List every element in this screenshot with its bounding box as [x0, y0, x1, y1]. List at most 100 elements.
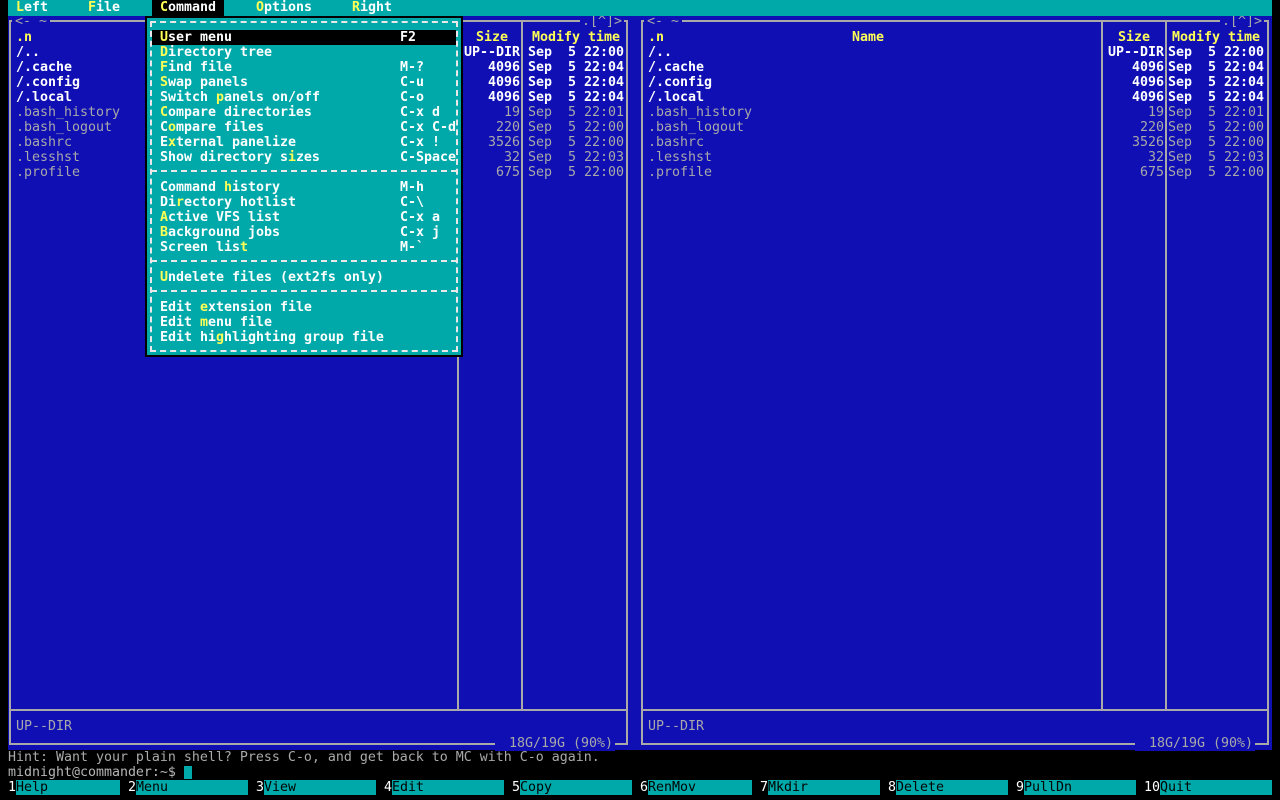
menu-item-external-panelize[interactable]: External panelize C-x !: [152, 135, 456, 150]
menu-item-command-history[interactable]: Command history M-h: [152, 180, 456, 195]
fkey-number: 8: [888, 780, 896, 795]
file-name: /.config: [16, 75, 80, 90]
menu-item-swap-panels[interactable]: Swap panels C-u: [152, 75, 456, 90]
menu-item-edit-extension-file[interactable]: Edit extension file: [152, 300, 456, 315]
fkey-delete[interactable]: 8 Delete: [888, 780, 1008, 795]
left-panel-column-header-size[interactable]: Size: [476, 30, 508, 45]
label-post: irectory tree: [168, 45, 272, 60]
file-row[interactable]: /.. UP--DIR Sep 5 22:00: [644, 45, 1266, 60]
file-row[interactable]: .bashrc 3526 Sep 5 22:00: [644, 135, 1266, 150]
menu-item-compare-files[interactable]: Compare files C-x C-d: [152, 120, 456, 135]
file-row[interactable]: .bash_history 19 Sep 5 22:01: [644, 105, 1266, 120]
fkey-menu[interactable]: 2 Menu: [128, 780, 248, 795]
menubar-item-options[interactable]: Options: [248, 0, 320, 16]
file-size: 220: [1140, 120, 1164, 135]
file-size: 19: [1148, 105, 1164, 120]
file-row[interactable]: /.local 4096 Sep 5 22:04: [644, 90, 1266, 105]
right-panel-column-header-mtime[interactable]: Modify time: [1172, 30, 1260, 45]
file-name: /.config: [648, 75, 712, 90]
menu-item-directory-hotlist[interactable]: Directory hotlist C-\: [152, 195, 456, 210]
file-mtime: Sep 5 22:01: [528, 105, 624, 120]
menu-item-label: Background jobs: [160, 225, 280, 240]
menu-item-shortcut: C-x !: [400, 135, 440, 150]
fkey-number: 7: [760, 780, 768, 795]
file-row[interactable]: .lesshst 32 Sep 5 22:03: [644, 150, 1266, 165]
menu-item-find-file[interactable]: Find file M-?: [152, 60, 456, 75]
file-mtime: Sep 5 22:04: [528, 60, 624, 75]
menu-item-shortcut: F2: [400, 30, 416, 45]
label-post: zes: [295, 150, 320, 165]
menu-item-compare-directories[interactable]: Compare directories C-x d: [152, 105, 456, 120]
file-mtime: Sep 5 22:03: [1168, 150, 1264, 165]
fkey-help[interactable]: 1 Help: [8, 780, 120, 795]
menu-item-shortcut: C-x j: [400, 225, 440, 240]
menu-item-directory-tree[interactable]: Directory tree: [152, 45, 456, 60]
menu-item-shortcut: C-\: [400, 195, 424, 210]
fkey-renmov[interactable]: 6 RenMov: [640, 780, 752, 795]
fkey-pulldn[interactable]: 9 PullDn: [1016, 780, 1136, 795]
right-panel-column-header-size[interactable]: Size: [1118, 30, 1150, 45]
fkey-number: 2: [128, 780, 136, 795]
menu-item-background-jobs[interactable]: Background jobs C-x j: [152, 225, 456, 240]
menu-item-switch-panels-on-off[interactable]: Switch panels on/off C-o: [152, 90, 456, 105]
fkey-label: RenMov: [648, 780, 752, 795]
label-pre: E: [160, 135, 168, 150]
file-name: /.cache: [648, 60, 704, 75]
left-panel-up-button[interactable]: .[^]>: [580, 14, 624, 29]
file-mtime: Sep 5 22:04: [1168, 90, 1264, 105]
file-name: .lesshst: [648, 150, 712, 165]
menubar-item-file[interactable]: File: [80, 0, 128, 16]
file-name: .profile: [16, 165, 80, 180]
left-panel-title[interactable]: <- ~: [12, 14, 50, 29]
menubar-item-right[interactable]: Right: [344, 0, 400, 16]
fkey-number: 10: [1144, 780, 1160, 795]
label-post: ommand: [168, 0, 216, 15]
right-panel-up-button[interactable]: .[^]>: [1220, 14, 1264, 29]
menu-item-edit-highlighting-group-file[interactable]: Edit highlighting group file: [152, 330, 456, 345]
file-name: .bashrc: [16, 135, 72, 150]
file-name: .lesshst: [16, 150, 80, 165]
label-hot: C: [160, 105, 168, 120]
file-mtime: Sep 5 22:00: [1168, 135, 1264, 150]
menu-item-user-menu[interactable]: User menu F2: [152, 30, 456, 45]
label-hot: L: [16, 0, 24, 15]
menubar-item-command[interactable]: Command: [152, 0, 224, 16]
left-panel-column-header-mtime[interactable]: Modify time: [532, 30, 620, 45]
file-row[interactable]: .bash_logout 220 Sep 5 22:00: [644, 120, 1266, 135]
menu-item-show-directory-sizes[interactable]: Show directory sizes C-Space: [152, 150, 456, 165]
right-panel-column-header-name[interactable]: Name: [852, 30, 884, 45]
fkey-view[interactable]: 3 View: [256, 780, 376, 795]
fkey-number: 6: [640, 780, 648, 795]
menu-item-label: Swap panels: [160, 75, 248, 90]
file-row[interactable]: /.cache 4096 Sep 5 22:04: [644, 60, 1266, 75]
fkey-quit[interactable]: 10 Quit: [1144, 780, 1272, 795]
menu-item-active-vfs-list[interactable]: Active VFS list C-x a: [152, 210, 456, 225]
file-size: 4096: [488, 60, 520, 75]
file-name: .bash_logout: [16, 120, 112, 135]
file-row[interactable]: .profile 675 Sep 5 22:00: [644, 165, 1266, 180]
shell-prompt: midnight@commander:~$: [8, 765, 176, 780]
command-line[interactable]: midnight@commander:~$: [8, 765, 708, 780]
right-panel-title[interactable]: <- ~: [644, 14, 682, 29]
left-panel-mini-status: UP--DIR: [16, 719, 72, 734]
label-hot: e: [199, 300, 208, 315]
menu-item-label: User menu: [160, 30, 232, 45]
fkey-label: Quit: [1160, 780, 1272, 795]
file-mtime: Sep 5 22:04: [528, 90, 624, 105]
menu-item-label: Command history: [160, 180, 280, 195]
menu-item-screen-list[interactable]: Screen list M-`: [152, 240, 456, 255]
fkey-edit[interactable]: 4 Edit: [384, 780, 504, 795]
fkey-copy[interactable]: 5 Copy: [512, 780, 632, 795]
menu-item-edit-menu-file[interactable]: Edit menu file: [152, 315, 456, 330]
menu-item-undelete-files-ext2fs-only[interactable]: Undelete files (ext2fs only): [152, 270, 456, 285]
menubar-item-left[interactable]: Left: [8, 0, 56, 16]
fkey-label: View: [264, 780, 376, 795]
menu-bar: Left File Command Options Right: [8, 0, 1272, 16]
file-row[interactable]: /.config 4096 Sep 5 22:04: [644, 75, 1266, 90]
mc-screen: <- ~ .[^]> .n Name Size Modify time /.. U…: [0, 0, 1280, 800]
menu-item-shortcut: C-o: [400, 90, 424, 105]
label-post: ight: [360, 0, 392, 15]
fkey-mkdir[interactable]: 7 Mkdir: [760, 780, 880, 795]
fkey-label: PullDn: [1024, 780, 1136, 795]
menu-item-label: Switch panels on/off: [160, 90, 320, 105]
